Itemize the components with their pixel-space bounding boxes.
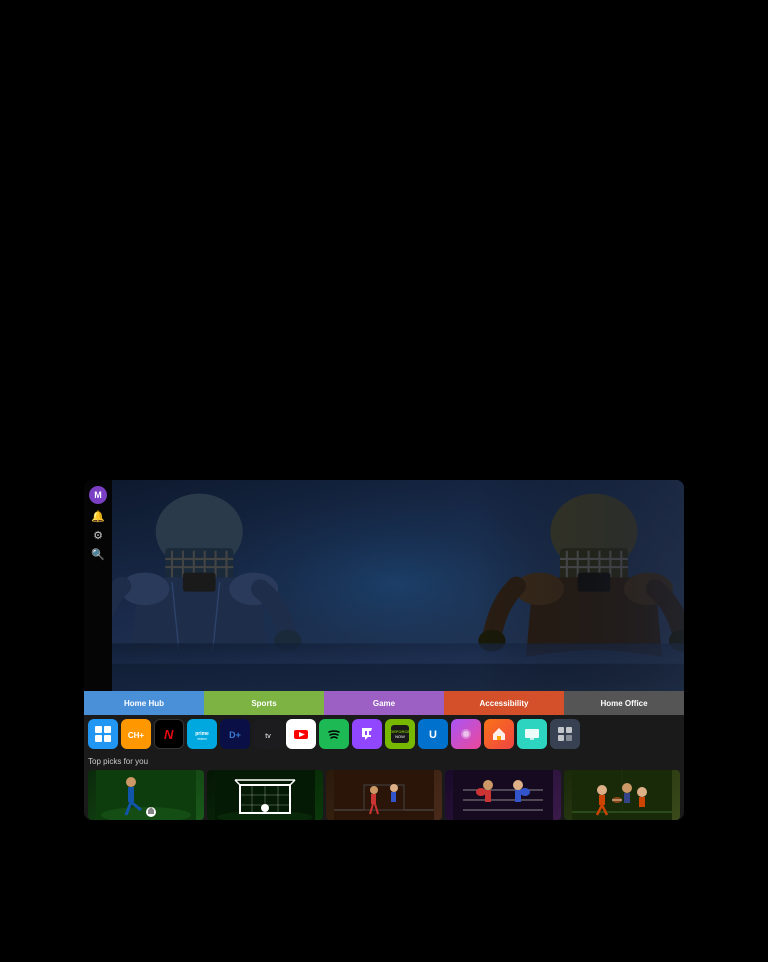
pick-thumb-1[interactable]	[88, 770, 204, 820]
app-icon-smarthome[interactable]	[484, 719, 514, 749]
pick-thumb-4[interactable]	[445, 770, 561, 820]
hero-image	[112, 480, 684, 691]
picks-row	[88, 770, 680, 820]
app-icon-uplay[interactable]: U	[418, 719, 448, 749]
top-picks-label: Top picks for you	[88, 757, 680, 766]
tab-home-hub[interactable]: Home Hub	[84, 691, 204, 715]
tab-home-office[interactable]: Home Office	[564, 691, 684, 715]
svg-text:D+: D+	[229, 730, 241, 740]
svg-text:tv: tv	[265, 733, 271, 740]
tab-game[interactable]: Game	[324, 691, 444, 715]
settings-icon[interactable]: ⚙	[93, 531, 103, 542]
bottom-panel: Home Hub Sports Game Accessibility Home …	[84, 691, 684, 820]
tab-accessibility[interactable]: Accessibility	[444, 691, 564, 715]
pick-thumb-2[interactable]	[207, 770, 323, 820]
search-icon[interactable]: 🔍	[91, 550, 105, 561]
tab-sports[interactable]: Sports	[204, 691, 324, 715]
app-icon-netflix[interactable]: N	[154, 719, 184, 749]
app-icon-more[interactable]	[550, 719, 580, 749]
tv-frame: M 🔔 ⚙ 🔍	[84, 480, 684, 820]
app-icon-prime[interactable]: prime video	[187, 719, 217, 749]
app-icon-appletv[interactable]: tv	[253, 719, 283, 749]
apps-row: CH+ N prime video	[84, 715, 684, 753]
app-icon-apps[interactable]	[88, 719, 118, 749]
app-icon-spotify[interactable]	[319, 719, 349, 749]
pick-thumb-5[interactable]	[564, 770, 680, 820]
avatar[interactable]: M	[89, 486, 107, 504]
app-icon-channel[interactable]: CH+	[121, 719, 151, 749]
pick-thumb-3[interactable]	[326, 770, 442, 820]
sidebar: M 🔔 ⚙ 🔍	[84, 480, 112, 691]
app-icon-youtube[interactable]	[286, 719, 316, 749]
app-icon-screen[interactable]	[517, 719, 547, 749]
svg-text:NOW: NOW	[395, 734, 405, 739]
svg-text:CH+: CH+	[128, 731, 145, 740]
svg-text:N: N	[164, 727, 174, 742]
top-picks-section: Top picks for you	[84, 753, 684, 820]
app-icon-disney[interactable]: D+	[220, 719, 250, 749]
app-icon-unknown1[interactable]	[451, 719, 481, 749]
svg-text:video: video	[197, 736, 207, 741]
app-icon-geforce[interactable]: GEFORCE NOW	[385, 719, 415, 749]
svg-text:U: U	[429, 729, 437, 741]
app-icon-twitch[interactable]	[352, 719, 382, 749]
hero-banner	[112, 480, 684, 691]
notification-icon[interactable]: 🔔	[91, 512, 105, 523]
nav-tabs: Home Hub Sports Game Accessibility Home …	[84, 691, 684, 715]
